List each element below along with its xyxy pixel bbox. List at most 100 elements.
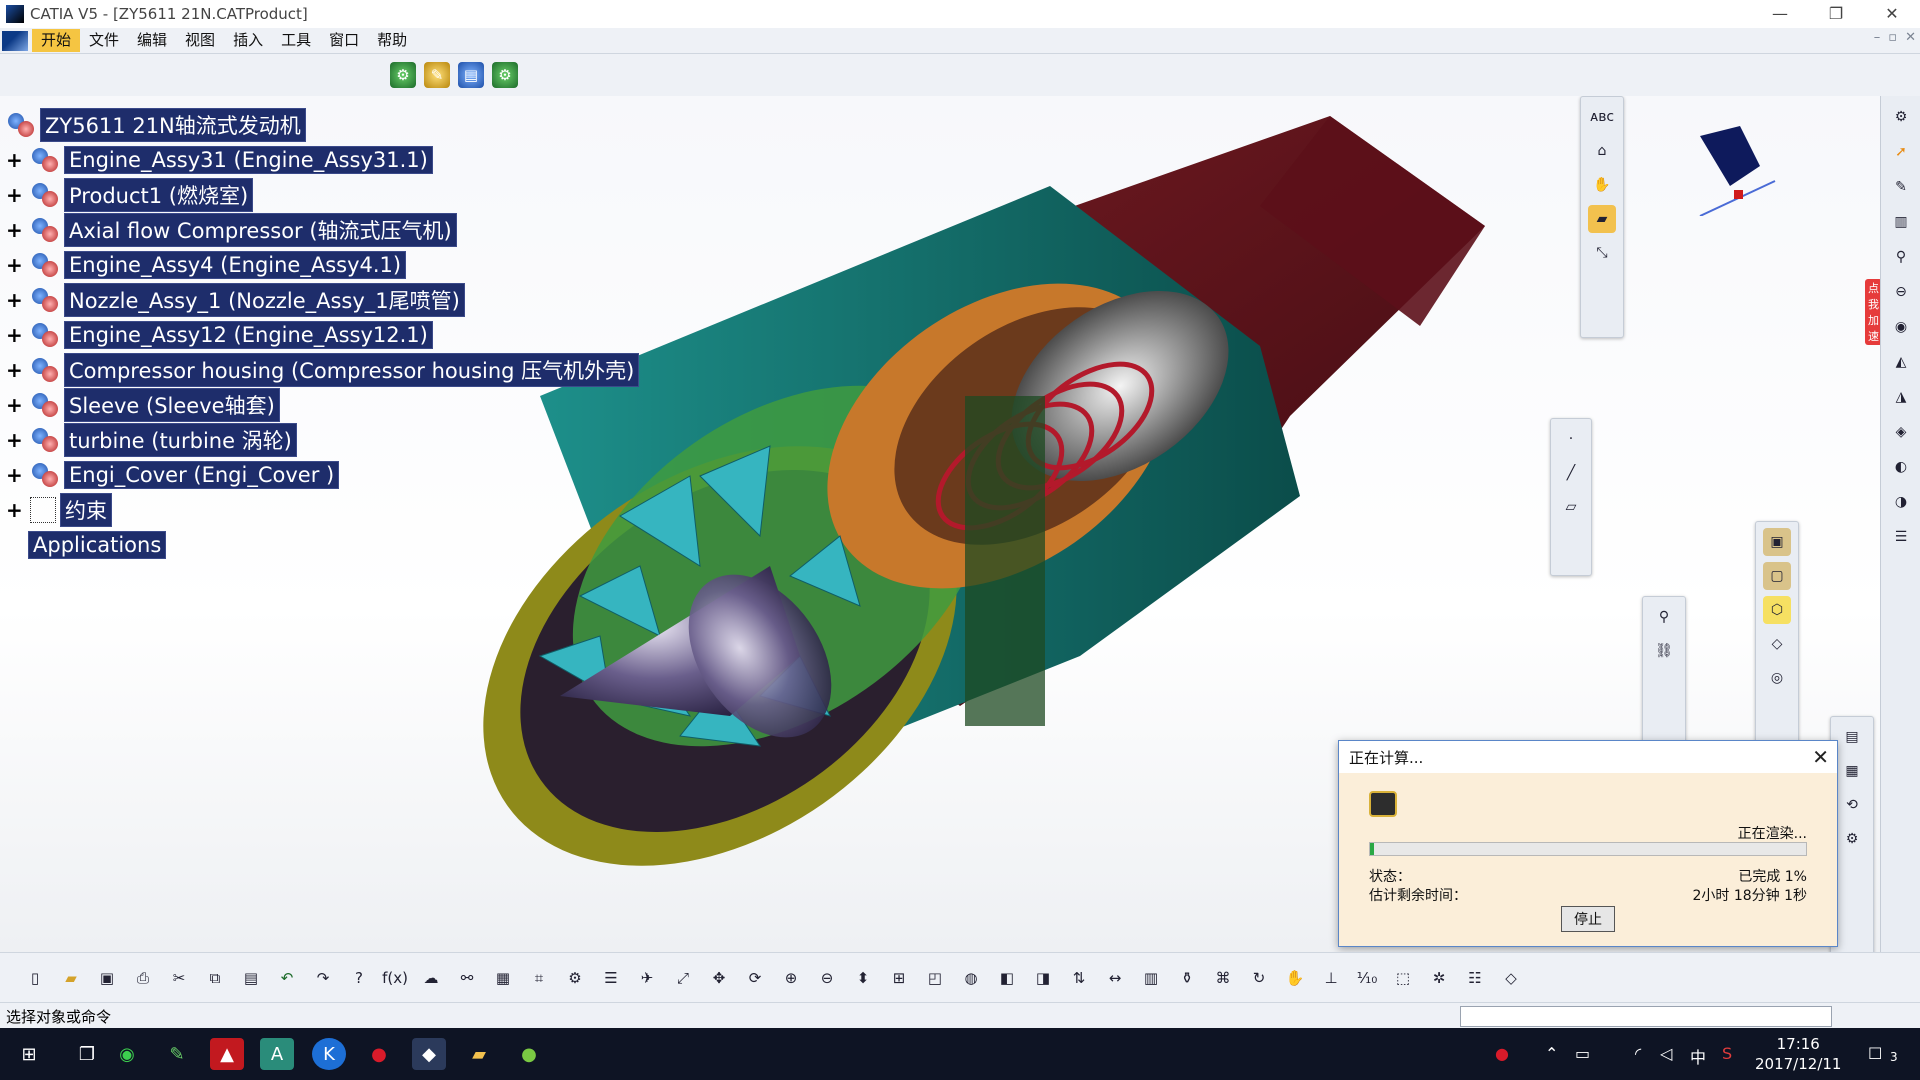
restore-button[interactable]: ❐	[1808, 0, 1864, 28]
explorer-icon[interactable]: ▰	[462, 1038, 496, 1070]
volume-icon[interactable]: ◁	[1660, 1044, 1672, 1063]
scale-icon[interactable]: ⅒	[1352, 964, 1382, 992]
sogou-icon[interactable]: S	[1722, 1044, 1732, 1063]
menu-file[interactable]: 文件	[80, 29, 128, 52]
comment-icon[interactable]: ☁	[416, 964, 446, 992]
task-view-icon[interactable]: ❐	[70, 1038, 104, 1070]
browser-icon[interactable]: ◉	[110, 1038, 144, 1070]
normal-view-icon[interactable]: ⬍	[848, 964, 878, 992]
catia-logo-icon[interactable]	[2, 30, 28, 51]
menu-insert[interactable]: 插入	[224, 29, 272, 52]
app-green-icon[interactable]: ●	[512, 1038, 546, 1070]
tree-node-label[interactable]: Nozzle_Assy_1 (Nozzle_Assy_1尾喷管)	[64, 283, 465, 317]
tree-node-label[interactable]: Engine_Assy12 (Engine_Assy12.1)	[64, 321, 433, 349]
cylinder-icon[interactable]: ⊖	[1887, 278, 1915, 306]
compass-icon[interactable]	[1680, 96, 1790, 216]
tree-applications[interactable]: Applications	[28, 530, 167, 560]
tree-root-label[interactable]: ZY5611 21N轴流式发动机	[40, 108, 306, 142]
tree-node-label[interactable]: 约束	[60, 493, 112, 527]
fit-all-icon[interactable]: ⤢	[668, 964, 698, 992]
start-icon[interactable]: ⊞	[12, 1038, 46, 1070]
tray-up-icon[interactable]: ⌃	[1545, 1044, 1558, 1063]
pan-icon[interactable]: ✥	[704, 964, 734, 992]
app-al-icon[interactable]: A	[260, 1038, 294, 1070]
blend-icon[interactable]: ◐	[1887, 453, 1915, 481]
select-arrow-icon[interactable]: ➚	[1887, 138, 1915, 166]
sweep-icon[interactable]: ◮	[1887, 383, 1915, 411]
swap-space-icon[interactable]: ◨	[1028, 964, 1058, 992]
catia-taskbar-icon[interactable]: ◆	[412, 1038, 446, 1070]
expand-icon[interactable]: +	[6, 220, 23, 240]
dialog-close-icon[interactable]: ✕	[1812, 745, 1829, 769]
tree-node[interactable]: + Sleeve (Sleeve轴套)	[6, 388, 280, 422]
stop-button[interactable]: 停止	[1561, 906, 1615, 932]
sketcher-icon[interactable]: ✎	[1887, 173, 1915, 201]
point-icon[interactable]: ·	[1557, 425, 1585, 453]
redo-icon[interactable]: ↷	[308, 964, 338, 992]
tray-app-icon[interactable]: ●	[1495, 1044, 1509, 1063]
insert-product-icon[interactable]: ▥	[1887, 208, 1915, 236]
expand-icon[interactable]: +	[6, 290, 23, 310]
doc-minimize-button[interactable]: –	[1874, 30, 1881, 45]
menu-edit[interactable]: 编辑	[128, 29, 176, 52]
expand-icon[interactable]: +	[6, 255, 23, 275]
paste-icon[interactable]: ▤	[236, 964, 266, 992]
tree-node-label[interactable]: Engine_Assy4 (Engine_Assy4.1)	[64, 251, 407, 279]
expand-icon[interactable]: +	[6, 360, 23, 380]
copy-icon[interactable]: ⧉	[200, 964, 230, 992]
expand-icon[interactable]: +	[6, 465, 23, 485]
manipulation-icon[interactable]: ✋	[1280, 964, 1310, 992]
component-icon[interactable]: ▤	[1838, 723, 1866, 751]
acrobat-icon[interactable]: ▲	[210, 1038, 244, 1070]
mass-icon[interactable]: ⚱	[1172, 964, 1202, 992]
battery-icon[interactable]: ▭	[1575, 1044, 1590, 1063]
update-icon[interactable]: ↻	[1244, 964, 1274, 992]
3d-annotation-icon[interactable]: ✋	[1588, 171, 1616, 199]
notification-icon[interactable]: ☐	[1868, 1044, 1882, 1063]
expand-icon[interactable]: +	[6, 500, 23, 520]
whats-this-icon[interactable]: ?	[344, 964, 374, 992]
menu-window[interactable]: 窗口	[320, 29, 368, 52]
expand-icon[interactable]: +	[6, 150, 23, 170]
doc-restore-button[interactable]: ▫	[1888, 30, 1897, 45]
apply-material-icon[interactable]: ▥	[1136, 964, 1166, 992]
hole-icon[interactable]: ◎	[1763, 664, 1791, 692]
groove-icon[interactable]: ◇	[1763, 630, 1791, 658]
fill-icon[interactable]: ◑	[1887, 488, 1915, 516]
clash-icon[interactable]: ◇	[1496, 964, 1526, 992]
zoom-out-icon[interactable]: ⊖	[812, 964, 842, 992]
constraint-icon[interactable]: ⚲	[1650, 603, 1678, 631]
tree-node-label[interactable]: turbine (turbine 涡轮)	[64, 423, 297, 457]
capture-icon[interactable]: ⌘	[1208, 964, 1238, 992]
link-icon[interactable]: ⚯	[452, 964, 482, 992]
expand-icon[interactable]: +	[6, 395, 23, 415]
tree-node[interactable]: + Axial flow Compressor (轴流式压气机)	[6, 213, 457, 247]
tree-node-label[interactable]: Axial flow Compressor (轴流式压气机)	[64, 213, 457, 247]
manipulate-icon[interactable]: ⟲	[1838, 791, 1866, 819]
menu-tools[interactable]: 工具	[272, 29, 320, 52]
snap-icon[interactable]: ⚙	[1838, 825, 1866, 853]
measure-item-icon[interactable]: ↔	[1100, 964, 1130, 992]
shaft-icon[interactable]: ⬡	[1763, 596, 1791, 624]
tree-node[interactable]: + Engi_Cover (Engi_Cover )	[6, 460, 340, 490]
tree-node[interactable]: + Product1 (燃烧室)	[6, 178, 254, 212]
line-icon[interactable]: ╱	[1557, 459, 1585, 487]
sphere-icon[interactable]: ◉	[1887, 313, 1915, 341]
hide-show-icon[interactable]: ◧	[992, 964, 1022, 992]
menu-help[interactable]: 帮助	[368, 29, 416, 52]
save-icon[interactable]: ▣	[92, 964, 122, 992]
tree-node-label[interactable]: Engine_Assy31 (Engine_Assy31.1)	[64, 146, 433, 174]
section-icon[interactable]: ⬚	[1388, 964, 1418, 992]
command-input[interactable]	[1460, 1006, 1832, 1027]
expand-icon[interactable]: +	[6, 430, 23, 450]
app-red-icon[interactable]: ●	[362, 1038, 396, 1070]
rotate-icon[interactable]: ⟳	[740, 964, 770, 992]
explode-icon[interactable]: ✲	[1424, 964, 1454, 992]
tree-node-label[interactable]: Product1 (燃烧室)	[64, 178, 254, 212]
flag-note-icon[interactable]: ⌂	[1588, 137, 1616, 165]
expand-icon[interactable]: +	[6, 185, 23, 205]
measure-icon[interactable]: ▰	[1588, 205, 1616, 233]
axis-icon[interactable]: ⊥	[1316, 964, 1346, 992]
table-icon[interactable]: ▦	[488, 964, 518, 992]
tree-node-label[interactable]: Engi_Cover (Engi_Cover )	[64, 461, 340, 489]
